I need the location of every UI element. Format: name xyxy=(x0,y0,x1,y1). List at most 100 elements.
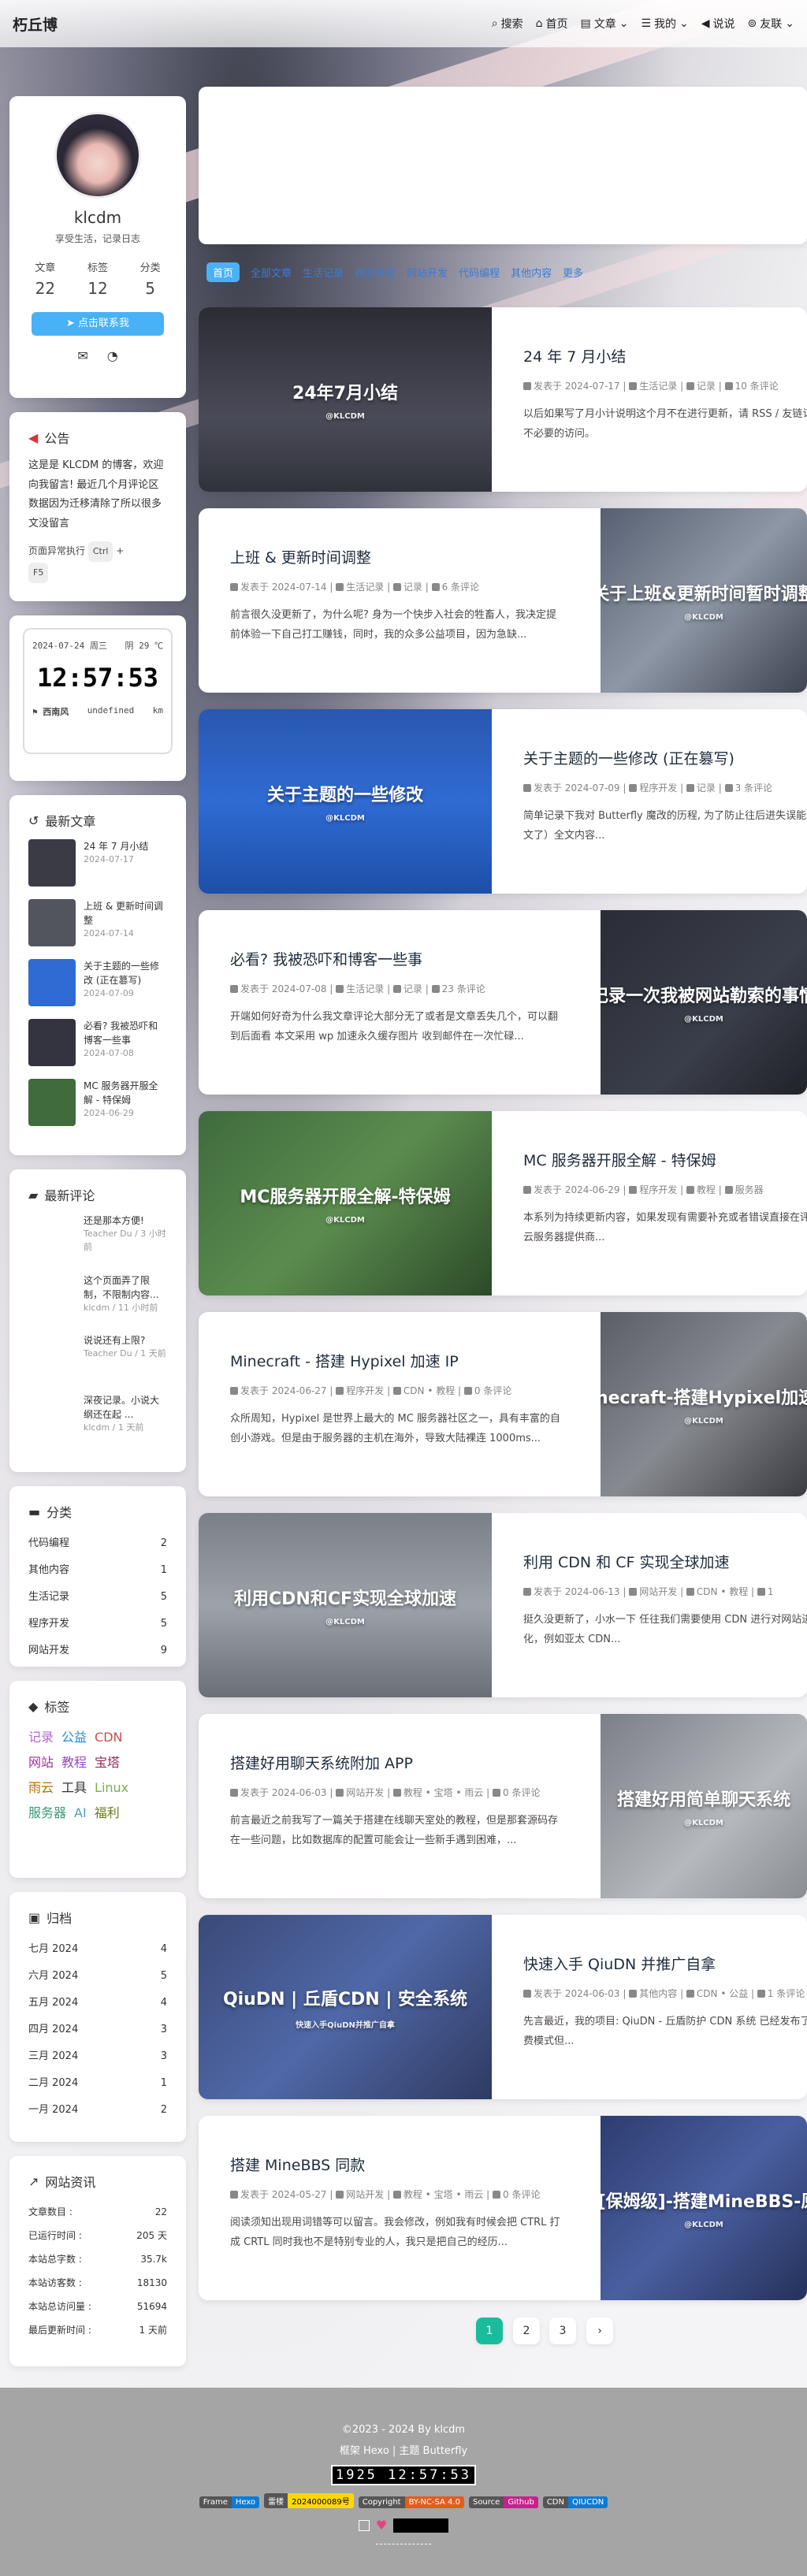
comment-text[interactable]: 说说还有上限? xyxy=(84,1333,166,1347)
category-item[interactable]: 程序开发 5 xyxy=(28,1611,167,1637)
filter-tab[interactable]: 首页 xyxy=(206,262,240,282)
post-cover[interactable]: 利用CDN和CF实现全球加速 @KLCDM xyxy=(199,1513,492,1697)
recent-post-item[interactable]: 关于主题的一些修改 (正在篡写) 2024-07-09 xyxy=(28,959,167,1008)
post-cover[interactable]: 关于主题的一些修改 @KLCDM xyxy=(199,709,492,894)
tag-link[interactable]: AI xyxy=(74,1805,87,1820)
site-brand[interactable]: 朽丘博 xyxy=(13,13,58,35)
post-card[interactable]: 关于主题的一些修改 @KLCDM 关于主题的一些修改 (正在篡写) 发表于 2024-… xyxy=(199,709,807,894)
comment-item[interactable]: 这个页面弄了限制，不限制内容... klcdm / 11 小时前 xyxy=(28,1273,167,1322)
recent-post-title[interactable]: 必看? 我被恐吓和博客一些事 xyxy=(84,1019,167,1047)
tag-link[interactable]: Linux xyxy=(95,1780,128,1795)
post-thumbnail[interactable] xyxy=(28,839,76,887)
filter-tab[interactable]: 代码编程 xyxy=(459,265,500,280)
tag-link[interactable]: CDN xyxy=(95,1730,122,1745)
footer-badge[interactable]: Copyright BY-NC-SA 4.0 xyxy=(358,2496,464,2508)
stat-tags[interactable]: 标签 12 xyxy=(87,259,108,298)
comment-item[interactable]: 还是那本方便! Teacher Du / 3 小时前 xyxy=(28,1214,167,1262)
nav-mine[interactable]: ☰ 我的 ⌄ xyxy=(641,16,688,32)
post-title[interactable]: 搭建 MineBBS 同款 xyxy=(230,2154,601,2175)
contact-button[interactable]: ➤ 点击联系我 xyxy=(32,312,164,336)
tag-link[interactable]: 工具 xyxy=(61,1780,87,1795)
recent-post-item[interactable]: 24 年 7 月小结 2024-07-17 xyxy=(28,839,167,888)
archive-item[interactable]: 六月 2024 5 xyxy=(28,1963,167,1990)
post-card[interactable]: 利用CDN和CF实现全球加速 @KLCDM 利用 CDN 和 CF 实现全球加速 发表… xyxy=(199,1513,807,1697)
post-title[interactable]: Minecraft - 搭建 Hypixel 加速 IP xyxy=(230,1350,601,1371)
nav-friends[interactable]: ⊚ 友联 ⌄ xyxy=(748,16,794,32)
filter-tab[interactable]: 生活记录 xyxy=(303,265,344,280)
post-cover[interactable]: [真][保姆级]-搭建MineBBS-原创- @KLCDM xyxy=(601,2116,807,2300)
filter-tab[interactable]: 其他内容 xyxy=(511,265,552,280)
comment-text[interactable]: 深夜记录。小说大纲还在起 ... xyxy=(84,1393,167,1422)
post-cover[interactable]: 关于上班&更新时间暂时调整 @KLCDM xyxy=(601,508,807,693)
nav-search[interactable]: ⌕ 搜索 xyxy=(492,16,523,32)
post-card[interactable]: 记录一次我被网站勒索的事情 @KLCDM 必看? 我被恐吓和博客一些事 发表于 202… xyxy=(199,910,807,1095)
post-title[interactable]: 利用 CDN 和 CF 实现全球加速 xyxy=(523,1551,807,1572)
rss-icon[interactable]: ◔ xyxy=(107,348,118,363)
post-cover[interactable]: 记录一次我被网站勒索的事情 @KLCDM xyxy=(601,910,807,1095)
email-icon[interactable]: ✉ xyxy=(77,348,87,363)
nav-articles[interactable]: ▤ 文章 ⌄ xyxy=(580,16,628,32)
post-title[interactable]: 关于主题的一些修改 (正在篡写) xyxy=(523,747,807,768)
filter-tab[interactable]: 网站开发 xyxy=(407,265,448,280)
tag-link[interactable]: 公益 xyxy=(61,1730,87,1745)
tag-link[interactable]: 记录 xyxy=(28,1730,54,1745)
archive-item[interactable]: 三月 2024 3 xyxy=(28,2043,167,2070)
site-info-row[interactable]: 本站总字数 :35.7k xyxy=(28,2247,167,2271)
recent-post-title[interactable]: 上班 & 更新时间调整 xyxy=(84,899,167,927)
next-page-button[interactable]: › xyxy=(586,2318,613,2344)
stat-categories[interactable]: 分类 5 xyxy=(140,259,161,298)
post-title[interactable]: 搭建好用聊天系统附加 APP xyxy=(230,1752,601,1773)
site-info-row[interactable]: 最后更新时间 :1 天前 xyxy=(28,2318,167,2342)
nav-home[interactable]: ⌂ 首页 xyxy=(536,16,568,32)
footer-badge[interactable]: 雷楼 2024000089号 xyxy=(264,2493,354,2508)
post-title[interactable]: 上班 & 更新时间调整 xyxy=(230,546,601,567)
tag-link[interactable]: 教程 xyxy=(61,1755,87,1770)
page-1-button[interactable]: 1 xyxy=(476,2318,503,2344)
post-cover[interactable]: 搭建好用简单聊天系统 @KLCDM xyxy=(601,1714,807,1898)
stat-posts[interactable]: 文章 22 xyxy=(35,259,55,298)
footer-badge[interactable]: Source Github xyxy=(468,2496,538,2508)
post-cover[interactable]: QiuDN | 丘盾CDN | 安全系统 快速入手QiuDN并推广自拿 xyxy=(199,1915,492,2099)
comment-text[interactable]: 还是那本方便! xyxy=(84,1214,167,1228)
post-card[interactable]: [真][保姆级]-搭建MineBBS-原创- @KLCDM 搭建 MineBBS 同… xyxy=(199,2116,807,2300)
site-info-row[interactable]: 本站总访问量 :51694 xyxy=(28,2295,167,2318)
category-item[interactable]: 网站开发 9 xyxy=(28,1637,167,1664)
post-card[interactable]: Minecraft-搭建Hypixel加速IP @KLCDM Minecraft -… xyxy=(199,1312,807,1496)
category-item[interactable]: 生活记录 5 xyxy=(28,1584,167,1611)
tag-link[interactable]: 宝塔 xyxy=(95,1755,120,1770)
recent-post-title[interactable]: 关于主题的一些修改 (正在篡写) xyxy=(84,959,167,987)
nav-talk[interactable]: ◀ 说说 xyxy=(701,16,735,32)
page-2-button[interactable]: 2 xyxy=(513,2318,540,2344)
post-cover[interactable]: Minecraft-搭建Hypixel加速IP @KLCDM xyxy=(601,1312,807,1496)
post-thumbnail[interactable] xyxy=(28,899,76,946)
recent-post-title[interactable]: MC 服务器开服全解 - 特保姆 xyxy=(84,1079,167,1107)
post-cover[interactable]: 24年7月小结 @KLCDM xyxy=(199,307,492,492)
footer-badge[interactable]: CDN QIUCDN xyxy=(542,2496,608,2508)
tag-link[interactable]: 网站 xyxy=(28,1755,54,1770)
filter-tab[interactable]: 全部文章 xyxy=(251,265,292,280)
post-card[interactable]: 搭建好用简单聊天系统 @KLCDM 搭建好用聊天系统附加 APP 发表于 2024-0… xyxy=(199,1714,807,1898)
archive-item[interactable]: 五月 2024 4 xyxy=(28,1990,167,2017)
post-card[interactable]: QiuDN | 丘盾CDN | 安全系统 快速入手QiuDN并推广自拿 快速入手 Q… xyxy=(199,1915,807,2099)
tag-link[interactable]: 雨云 xyxy=(28,1780,54,1795)
recent-post-item[interactable]: MC 服务器开服全解 - 特保姆 2024-06-29 xyxy=(28,1079,167,1128)
site-info-row[interactable]: 文章数目 :22 xyxy=(28,2200,167,2224)
filter-tab[interactable]: 更多 xyxy=(563,265,583,280)
archive-item[interactable]: 一月 2024 2 xyxy=(28,2097,167,2124)
post-cover[interactable]: MC服务器开服全解-特保姆 @KLCDM xyxy=(199,1111,492,1295)
site-info-row[interactable]: 已运行时间 :205 天 xyxy=(28,2224,167,2247)
post-thumbnail[interactable] xyxy=(28,1019,76,1066)
archive-item[interactable]: 四月 2024 3 xyxy=(28,2017,167,2043)
recent-post-item[interactable]: 必看? 我被恐吓和博客一些事 2024-07-08 xyxy=(28,1019,167,1068)
comment-text[interactable]: 这个页面弄了限制，不限制内容... xyxy=(84,1273,167,1302)
tag-link[interactable]: 福利 xyxy=(95,1805,120,1820)
category-item[interactable]: 其他内容 1 xyxy=(28,1557,167,1584)
post-card[interactable]: 24年7月小结 @KLCDM 24 年 7 月小结 发表于 2024-07-17 | … xyxy=(199,307,807,492)
post-title[interactable]: 24 年 7 月小结 xyxy=(523,345,807,366)
tag-link[interactable]: 服务器 xyxy=(28,1805,66,1820)
post-title[interactable]: 快速入手 QiuDN 并推广自拿 xyxy=(523,1953,807,1974)
recent-post-item[interactable]: 上班 & 更新时间调整 2024-07-14 xyxy=(28,899,167,948)
comment-item[interactable]: 说说还有上限? Teacher Du / 1 天前 xyxy=(28,1333,167,1382)
post-thumbnail[interactable] xyxy=(28,959,76,1006)
archive-item[interactable]: 七月 2024 4 xyxy=(28,1936,167,1963)
